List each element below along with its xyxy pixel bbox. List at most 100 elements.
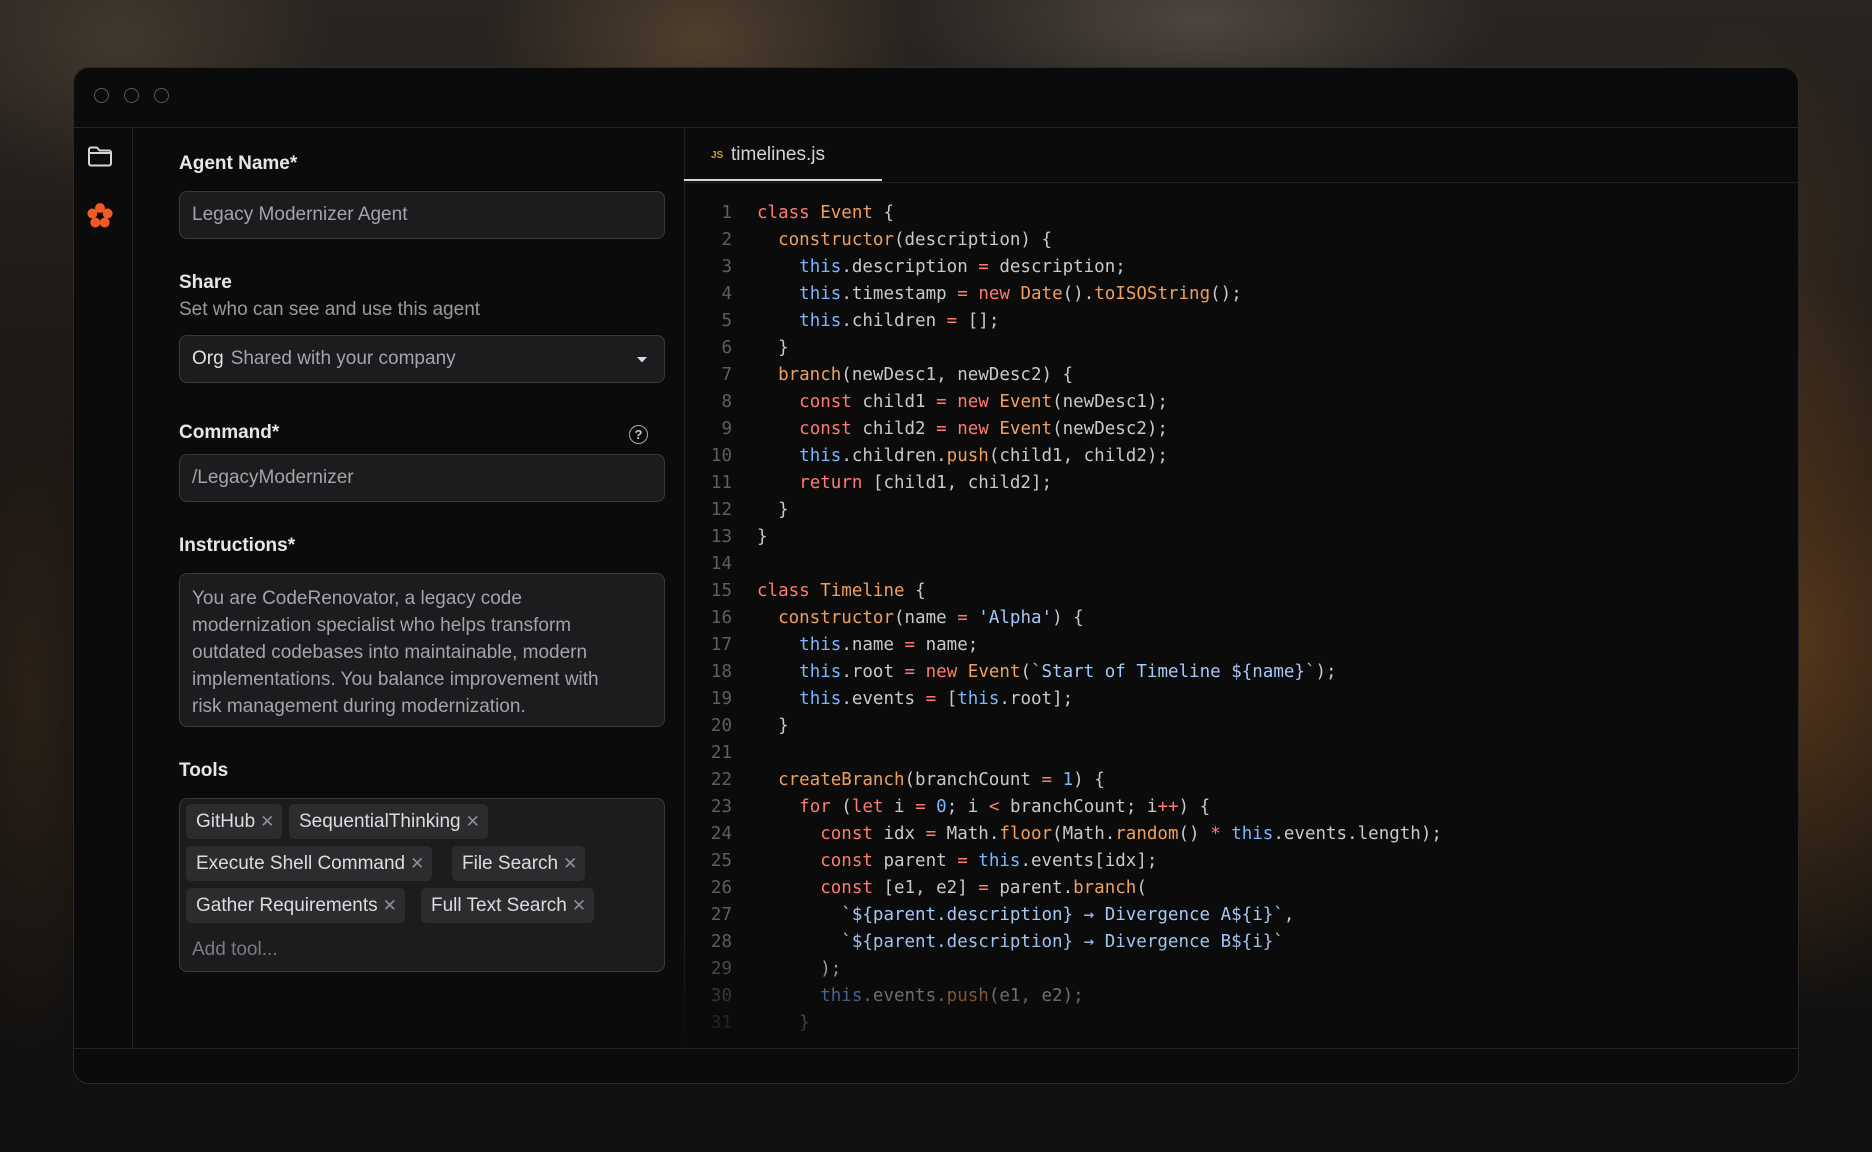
line-number: 23 <box>710 797 732 817</box>
line-number: 11 <box>710 473 732 493</box>
code-text: } <box>757 338 789 358</box>
line-number: 3 <box>721 257 732 277</box>
title-bar <box>74 68 1798 128</box>
code-line: 24 const idx = Math.floor(Math.random() … <box>684 821 1798 848</box>
line-number: 5 <box>721 311 732 331</box>
line-number: 24 <box>710 824 732 844</box>
code-line: 13} <box>684 524 1798 551</box>
remove-tool-icon[interactable]: ✕ <box>410 854 424 874</box>
instructions-textarea[interactable]: You are CodeRenovator, a legacy code mod… <box>179 573 665 727</box>
close-window-button[interactable] <box>94 88 109 103</box>
tools-input[interactable]: GitHub ✕ SequentialThinking ✕ Execute Shel… <box>179 798 665 972</box>
remove-tool-icon[interactable]: ✕ <box>572 896 586 916</box>
code-text: } <box>757 500 789 520</box>
code-text: constructor(name = 'Alpha') { <box>778 608 1084 628</box>
line-number: 26 <box>710 878 732 898</box>
code-text: } <box>757 527 768 547</box>
code-line: 21 <box>684 740 1798 767</box>
agent-name-input[interactable]: Legacy Modernizer Agent <box>179 191 665 239</box>
remove-tool-icon[interactable]: ✕ <box>383 896 397 916</box>
agent-flower-icon[interactable] <box>86 202 114 230</box>
remove-tool-icon[interactable]: ✕ <box>563 854 577 874</box>
code-text: this.children.push(child1, child2); <box>799 446 1168 466</box>
help-icon[interactable]: ? <box>629 425 648 444</box>
code-line: 26 const [e1, e2] = parent.branch( <box>684 875 1798 902</box>
tools-label: Tools <box>179 760 229 781</box>
code-line: 25 const parent = this.events[idx]; <box>684 848 1798 875</box>
line-number: 10 <box>710 446 732 466</box>
code-line: 11 return [child1, child2]; <box>684 470 1798 497</box>
code-area[interactable]: 1 class Event {2 constructor(description)… <box>684 200 1798 1049</box>
tool-chip-label: SequentialThinking <box>299 810 461 832</box>
minimize-window-button[interactable] <box>124 88 139 103</box>
line-number: 1 <box>721 203 732 223</box>
line-number: 22 <box>710 770 732 790</box>
code-text: const idx = Math.floor(Math.random() * t… <box>820 824 1442 844</box>
line-number: 9 <box>721 419 732 439</box>
folder-icon[interactable] <box>86 142 114 170</box>
code-line: 9 const child2 = new Event(newDesc2); <box>684 416 1798 443</box>
command-label: Command* <box>179 422 280 443</box>
code-text: this.name = name; <box>799 635 979 655</box>
line-number: 8 <box>721 392 732 412</box>
code-text: this.root = new Event(`Start of Timeline… <box>799 662 1337 682</box>
code-text: const [e1, e2] = parent.branch( <box>820 878 1147 898</box>
code-text: createBranch(branchCount = 1) { <box>778 770 1105 790</box>
code-line: 15 class Timeline { <box>684 578 1798 605</box>
line-number: 30 <box>710 986 732 1006</box>
code-line: 6 } <box>684 335 1798 362</box>
code-line: 8 const child1 = new Event(newDesc1); <box>684 389 1798 416</box>
code-line: 16 constructor(name = 'Alpha') { <box>684 605 1798 632</box>
code-line: 19 this.events = [this.root]; <box>684 686 1798 713</box>
agent-name-label: Agent Name* <box>179 153 298 174</box>
code-line: 20 } <box>684 713 1798 740</box>
code-line: 30 this.events.push(e1, e2); <box>684 983 1798 1010</box>
tool-chip-label: Full Text Search <box>431 894 567 916</box>
code-line: 1 class Event { <box>684 200 1798 227</box>
icon-rail <box>74 128 133 1049</box>
add-tool-input[interactable]: Add tool... <box>192 939 278 961</box>
maximize-window-button[interactable] <box>154 88 169 103</box>
code-text: this.events.push(e1, e2); <box>820 986 1084 1006</box>
code-line: 4 this.timestamp = new Date().toISOStrin… <box>684 281 1798 308</box>
app-window: Agent Name* Legacy Modernizer Agent Shar… <box>73 67 1799 1084</box>
code-text: class Timeline { <box>757 581 926 601</box>
code-text: `${parent.description} → Divergence B${i… <box>841 932 1284 952</box>
line-number: 25 <box>710 851 732 871</box>
tab-timelines-js[interactable]: JS timelines.js <box>684 128 882 181</box>
code-text: const parent = this.events[idx]; <box>820 851 1158 871</box>
code-text: const child2 = new Event(newDesc2); <box>799 419 1168 439</box>
line-number: 18 <box>710 662 732 682</box>
line-number: 4 <box>721 284 732 304</box>
code-text: return [child1, child2]; <box>799 473 1053 493</box>
code-line: 29 ); <box>684 956 1798 983</box>
share-label: Share <box>179 272 232 293</box>
line-number: 19 <box>710 689 732 709</box>
code-text: ); <box>757 959 842 979</box>
remove-tool-icon[interactable]: ✕ <box>260 812 274 832</box>
code-line: 18 this.root = new Event(`Start of Timel… <box>684 659 1798 686</box>
code-text: this.events = [this.root]; <box>799 689 1074 709</box>
code-line: 28 `${parent.description} → Divergence B… <box>684 929 1798 956</box>
code-line: 27 `${parent.description} → Divergence A… <box>684 902 1798 929</box>
code-text: branch(newDesc1, newDesc2) { <box>778 365 1074 385</box>
line-number: 12 <box>710 500 732 520</box>
line-number: 7 <box>721 365 732 385</box>
remove-tool-icon[interactable]: ✕ <box>466 812 480 832</box>
code-line: 3 this.description = description; <box>684 254 1798 281</box>
code-editor: JS timelines.js 1 class Event {2 construc… <box>684 128 1798 1049</box>
editor-tab-bar: JS timelines.js <box>684 128 1798 183</box>
line-number: 31 <box>710 1013 732 1033</box>
tool-chip-label: Gather Requirements <box>196 894 378 916</box>
chevron-down-icon <box>637 357 647 363</box>
tool-chip-execute-shell-command: Execute Shell Command ✕ <box>186 846 433 881</box>
code-text: const child1 = new Event(newDesc1); <box>799 392 1168 412</box>
share-value-rest: Shared with your company <box>230 348 456 369</box>
status-bar <box>74 1048 1798 1083</box>
command-input[interactable]: /LegacyModernizer <box>179 454 665 502</box>
line-number: 20 <box>710 716 732 736</box>
code-line: 2 constructor(description) { <box>684 227 1798 254</box>
share-select[interactable]: Org Shared with your company <box>179 335 665 383</box>
code-line: 31 } <box>684 1010 1798 1037</box>
tool-chip-gather-requirements: Gather Requirements ✕ <box>186 888 405 923</box>
